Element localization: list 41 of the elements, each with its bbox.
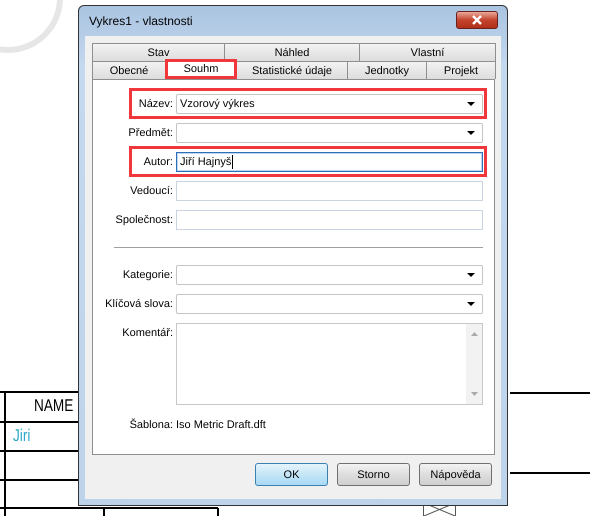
field-label: Klíčová slova:	[104, 298, 174, 310]
field-label: Komentář:	[121, 326, 174, 339]
comment-field[interactable]	[176, 323, 483, 405]
tab[interactable]: Obecné	[92, 61, 166, 79]
dialog-button[interactable]: Storno	[337, 463, 410, 486]
text-field[interactable]: Jiří Hajnyš	[176, 152, 483, 172]
tab[interactable]: Projekt	[426, 61, 496, 79]
title-block-label: NAME	[34, 396, 74, 416]
dialog-button[interactable]: Nápověda	[419, 463, 492, 486]
tab[interactable]: Statistické údaje	[236, 61, 348, 79]
scroll-down-icon	[470, 392, 478, 396]
tab[interactable]: Náhled	[224, 43, 360, 61]
text-field[interactable]	[176, 210, 483, 230]
tab[interactable]: Stav	[92, 43, 225, 61]
text-field[interactable]	[176, 181, 483, 201]
field-label: Vedoucí:	[129, 185, 174, 197]
combo-box[interactable]	[176, 294, 483, 314]
combo-box[interactable]: Vzorový výkres	[176, 94, 483, 114]
close-button[interactable]	[456, 11, 498, 29]
combo-box[interactable]	[176, 123, 483, 143]
combo-box[interactable]	[176, 265, 483, 285]
field-label: Název:	[138, 98, 174, 110]
close-icon	[471, 15, 483, 25]
field-label: Předmět:	[127, 127, 174, 139]
window-title: Vykres1 - vlastnosti	[89, 14, 193, 28]
scrollbar[interactable]	[466, 324, 482, 404]
dialog-button[interactable]: OK	[255, 463, 328, 486]
template-name: Iso Metric Draft.dft	[176, 419, 266, 431]
field-label: Společnost:	[114, 214, 174, 226]
field-label: Autor:	[142, 156, 174, 168]
tab[interactable]: Souhm	[165, 59, 237, 79]
tab[interactable]: Jednotky	[347, 61, 427, 79]
field-label: Šablona:	[128, 419, 174, 431]
tab[interactable]: Vlastní	[359, 43, 496, 61]
scroll-up-icon	[470, 332, 478, 336]
dropdown-arrow-icon	[467, 102, 475, 106]
field-label: Kategorie:	[122, 269, 174, 281]
title-block-value: Jiri	[13, 426, 30, 446]
dropdown-arrow-icon	[467, 131, 475, 135]
dropdown-arrow-icon	[467, 273, 475, 277]
dropdown-arrow-icon	[467, 302, 475, 306]
